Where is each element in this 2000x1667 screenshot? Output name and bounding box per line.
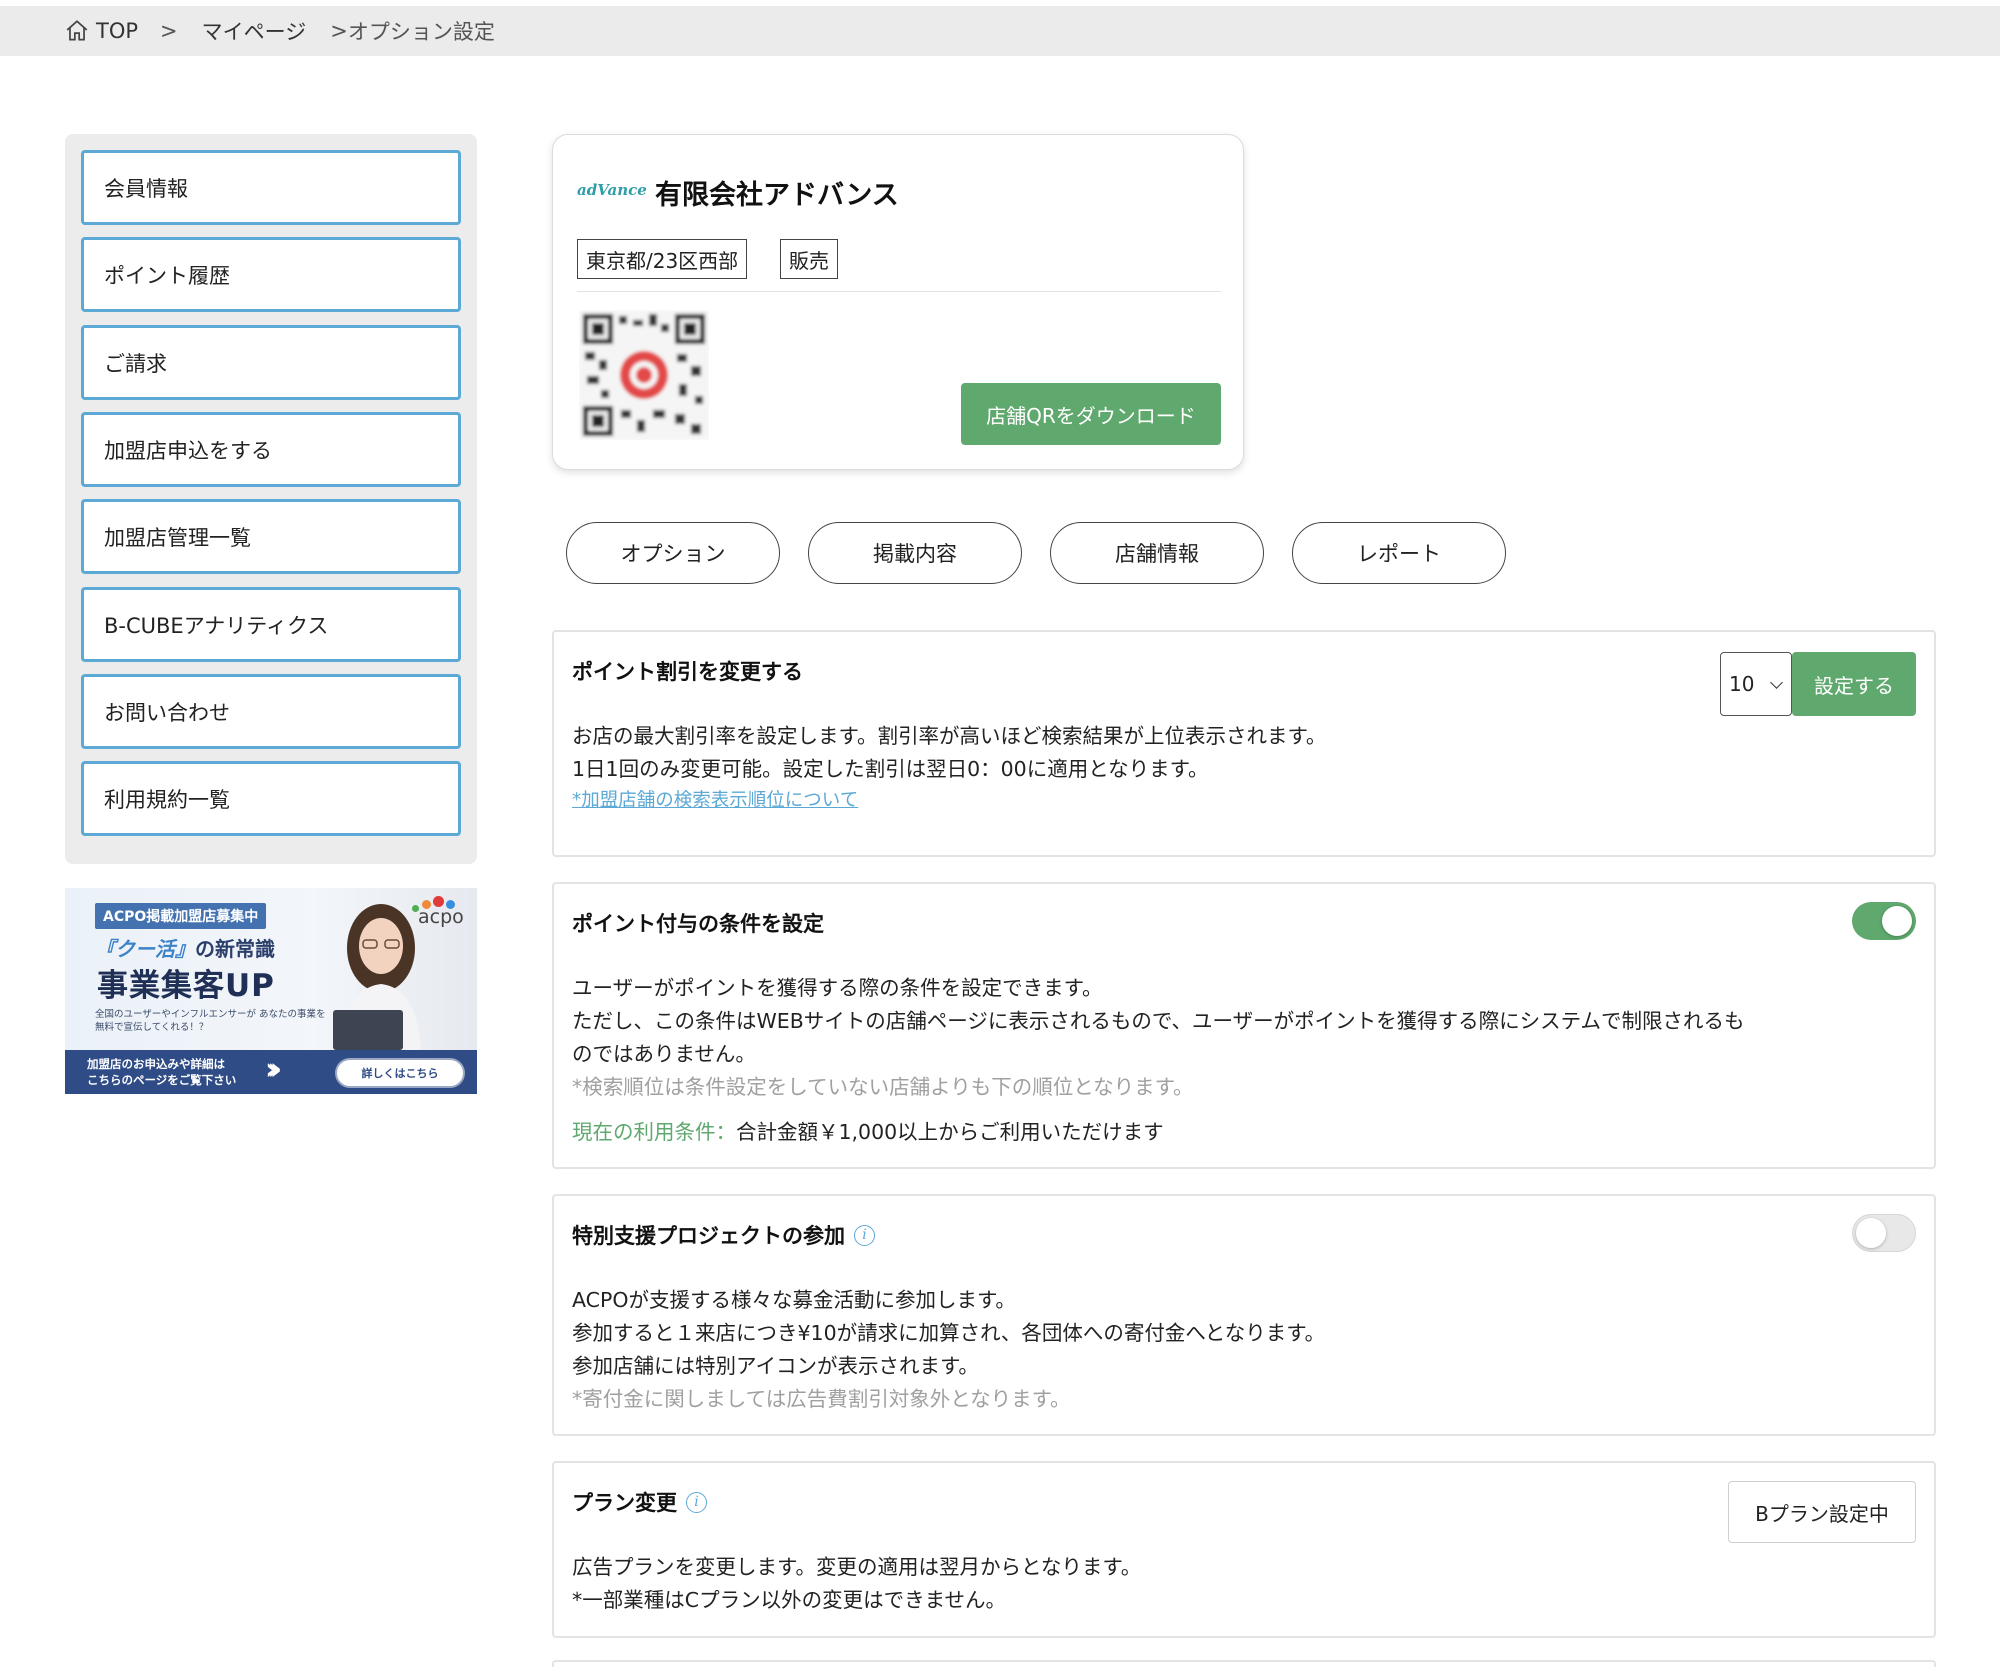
discount-panel: ポイント割引を変更する 10 設定する お店の最大割引率を設定します。割引率が高…	[552, 630, 1936, 857]
panel-description: ユーザーがポイントを獲得する際の条件を設定できます。 ただし、この条件はWEBサ…	[572, 972, 1912, 1149]
point-condition-panel: ポイント付与の条件を設定 ユーザーがポイントを獲得する際の条件を設定できます。 …	[552, 882, 1936, 1169]
sidebar-item-label: 会員情報	[104, 176, 188, 201]
breadcrumb-current: オプション設定	[347, 20, 495, 44]
qr-code-image	[579, 310, 709, 440]
sidebar-item-label: 加盟店管理一覧	[104, 525, 251, 550]
select-value: 10	[1729, 672, 1755, 696]
sidebar: 会員情報 ポイント履歴 ご請求 加盟店申込をする 加盟店管理一覧 B-CUBEア…	[65, 134, 477, 864]
breadcrumb-top-link[interactable]: TOP	[96, 19, 138, 43]
sidebar-item-contact[interactable]: お問い合わせ	[81, 674, 461, 749]
sidebar-item-store-list[interactable]: 加盟店管理一覧	[81, 499, 461, 574]
banner-subtext: 全国のユーザーやインフルエンサーが あなたの事業を無料で宣伝してくれる！？	[95, 1009, 326, 1033]
panel-title: ポイント付与の条件を設定	[572, 912, 824, 936]
sidebar-item-apply-store[interactable]: 加盟店申込をする	[81, 412, 461, 487]
divider	[577, 291, 1221, 292]
sidebar-item-analytics[interactable]: B-CUBEアナリティクス	[81, 587, 461, 662]
store-logo: adVance	[577, 181, 647, 199]
sidebar-item-label: お問い合わせ	[104, 700, 230, 725]
discount-rate-select[interactable]: 10	[1720, 652, 1792, 716]
plan-change-panel: プラン変更 i Bプラン設定中 広告プランを変更します。変更の適用は翌月からとなり…	[552, 1461, 1936, 1638]
home-icon[interactable]	[64, 18, 90, 44]
next-panel	[552, 1660, 1936, 1667]
recruit-banner[interactable]: ACPO掲載加盟店募集中 『クー活』の新常識 事業集客UP 全国のユーザーやイン…	[65, 888, 477, 1094]
sidebar-item-terms[interactable]: 利用規約一覧	[81, 761, 461, 836]
banner-headline: 『クー活』の新常識	[95, 937, 275, 961]
panel-title: ポイント割引を変更する	[572, 660, 803, 684]
store-category-tag: 販売	[780, 239, 838, 279]
breadcrumb: TOP > マイページ > オプション設定	[0, 0, 2000, 56]
sidebar-item-member-info[interactable]: 会員情報	[81, 150, 461, 225]
breadcrumb-mypage-link[interactable]: マイページ	[202, 16, 307, 46]
acpo-logo: acpo	[418, 906, 464, 928]
support-project-toggle[interactable]	[1852, 1214, 1916, 1252]
set-discount-button[interactable]: 設定する	[1792, 652, 1916, 716]
info-icon[interactable]: i	[686, 1491, 707, 1513]
sidebar-item-point-history[interactable]: ポイント履歴	[81, 237, 461, 312]
info-icon[interactable]: i	[854, 1224, 875, 1246]
sidebar-item-label: ポイント履歴	[104, 263, 230, 288]
tab-store-info[interactable]: 店舗情報	[1050, 522, 1264, 584]
panel-title: 特別支援プロジェクトの参加 i	[572, 1220, 875, 1250]
panel-note: *寄付金に関しましては広告費割引対象外となります。	[572, 1387, 1071, 1411]
banner-footer-text: 加盟店のお申込みや詳細は こちらのページをご覧下さい	[87, 1057, 237, 1087]
panel-description: ACPOが支援する様々な募金活動に参加します。 参加すると１来店につき¥10が請…	[572, 1284, 1325, 1416]
current-condition: 現在の利用条件：合計金額￥1,000以上からご利用いただけます	[572, 1120, 1164, 1144]
banner-tag: ACPO掲載加盟店募集中	[95, 903, 267, 929]
tab-report[interactable]: レポート	[1292, 522, 1506, 584]
store-card: adVance 有限会社アドバンス 東京都/23区西部 販売 店舗QRをダウンロ…	[552, 134, 1244, 470]
point-condition-toggle[interactable]	[1852, 902, 1916, 940]
toggle-knob	[1856, 1218, 1886, 1248]
download-qr-button[interactable]: 店舗QRをダウンロード	[961, 383, 1221, 445]
breadcrumb-separator: >	[160, 19, 178, 43]
breadcrumb-separator: >	[330, 19, 348, 43]
support-project-panel: 特別支援プロジェクトの参加 i ACPOが支援する様々な募金活動に参加します。 参…	[552, 1194, 1936, 1436]
sidebar-item-label: 利用規約一覧	[104, 787, 230, 812]
store-name: 有限会社アドバンス	[655, 180, 899, 211]
banner-more-button[interactable]: 詳しくはこちら	[335, 1058, 465, 1088]
banner-title: 事業集客UP	[97, 968, 275, 1004]
panel-title: プラン変更 i	[572, 1487, 707, 1517]
panel-description: お店の最大割引率を設定します。割引率が高いほど検索結果が上位表示されます。 1日…	[572, 724, 1327, 781]
sidebar-item-label: B-CUBEアナリティクス	[104, 613, 329, 638]
toggle-knob	[1882, 906, 1912, 936]
sidebar-item-label: ご請求	[104, 351, 167, 376]
chevron-down-icon	[1770, 676, 1783, 689]
tab-listing-content[interactable]: 掲載内容	[808, 522, 1022, 584]
plan-status-button[interactable]: Bプラン設定中	[1728, 1481, 1916, 1543]
sidebar-item-billing[interactable]: ご請求	[81, 325, 461, 400]
search-ranking-link[interactable]: *加盟店舗の検索表示順位について	[572, 784, 858, 817]
sidebar-item-label: 加盟店申込をする	[104, 438, 272, 463]
banner-footer: 加盟店のお申込みや詳細は こちらのページをご覧下さい ››› 詳しくはこちら	[65, 1050, 477, 1094]
panel-note: *検索順位は条件設定をしていない店舗よりも下の順位となります。	[572, 1075, 1194, 1099]
panel-description: 広告プランを変更します。変更の適用は翌月からとなります。 *一部業種はCプラン以…	[572, 1555, 1142, 1612]
tab-option[interactable]: オプション	[566, 522, 780, 584]
chevrons-icon: ›››	[265, 1052, 282, 1087]
store-area-tag: 東京都/23区西部	[577, 239, 748, 279]
